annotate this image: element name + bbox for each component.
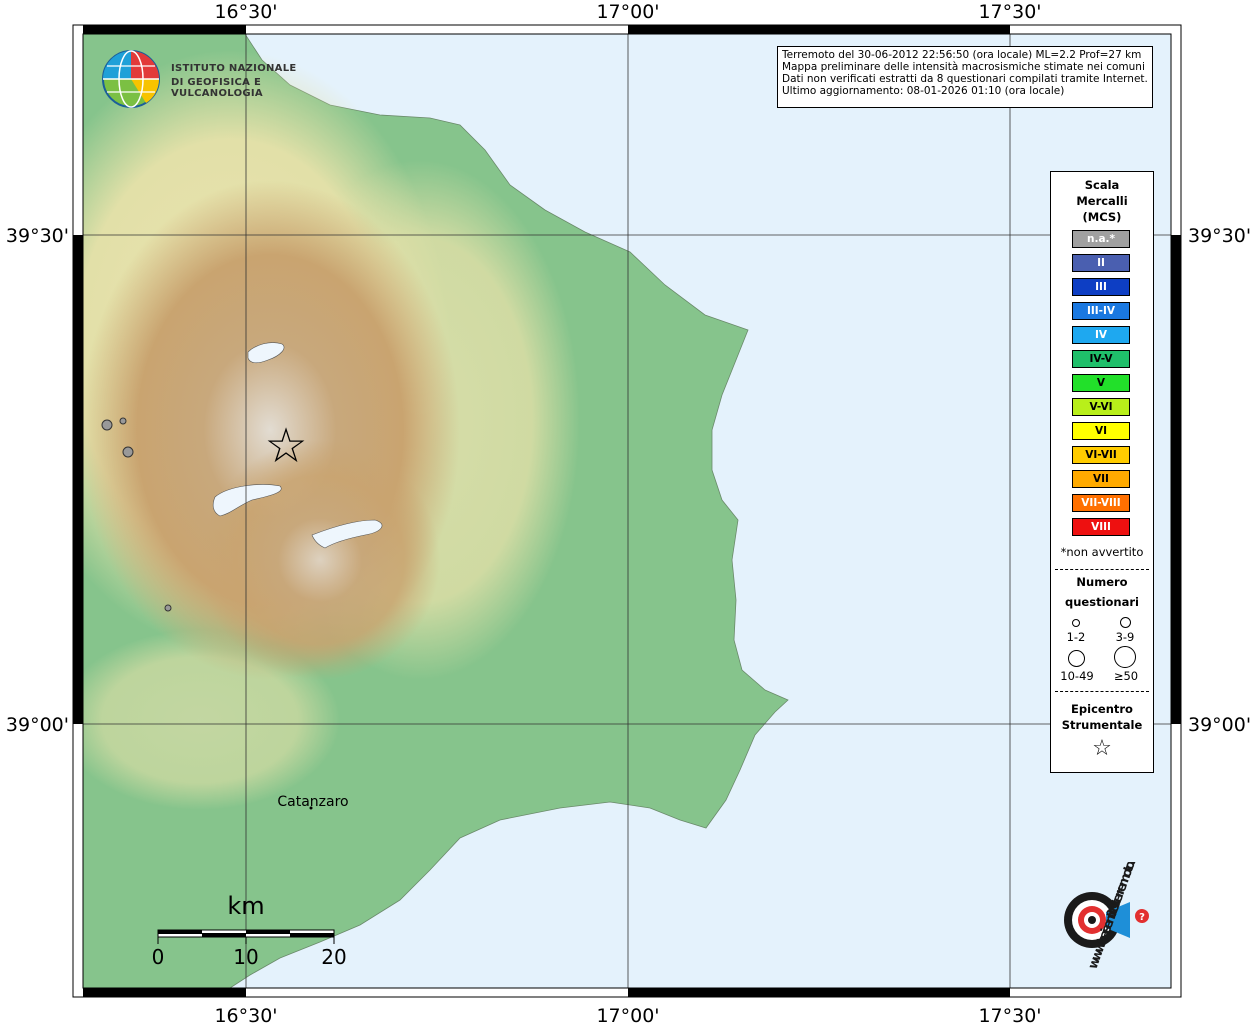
size-circle-xlarge (1114, 646, 1136, 668)
sila-south (200, 440, 440, 680)
scale-tick-0: 0 (152, 945, 165, 969)
lon-label-bottom-2: 17°00' (596, 1005, 659, 1024)
legend-title: Scala Mercalli (MCS) (1051, 177, 1153, 225)
questionari-title-line1: Numero (1076, 575, 1128, 589)
earthquake-info-box: Terremoto del 30-06-2012 22:56:50 (ora l… (777, 46, 1153, 108)
epicentro-title-line2: Strumentale (1061, 718, 1143, 732)
size-circle-large (1068, 650, 1085, 667)
size-label-1-2: 1-2 (1066, 630, 1086, 644)
haisentito-logo[interactable]: ? www.haisentitoilterremoto.it (1030, 853, 1160, 977)
scale-unit: km (227, 892, 264, 920)
intensity-swatch: VIII (1072, 518, 1130, 536)
lat-label-left-1: 39°30' (6, 225, 69, 247)
size-label-50: ≥50 (1113, 669, 1139, 683)
intensity-swatch: IV-V (1072, 350, 1130, 368)
size-circle-medium (1120, 617, 1131, 628)
questionari-title-line2: questionari (1065, 595, 1139, 609)
lon-label-top-3: 17°30' (978, 1, 1041, 23)
questionnaire-marker[interactable] (119, 417, 127, 425)
intensity-swatch: III (1072, 278, 1130, 296)
intensity-swatch: VII (1072, 470, 1130, 488)
intensity-swatch: IV (1072, 326, 1130, 344)
questionnaire-marker[interactable] (164, 604, 172, 612)
legend-panel: Scala Mercalli (MCS) n.a.* II III III-IV IV I… (1050, 171, 1154, 773)
legend-title-line1: Scala (1084, 178, 1120, 192)
questionnaire-marker[interactable] (101, 419, 113, 431)
epicentro-star-icon: ☆ (1092, 736, 1112, 761)
ingv-logo[interactable]: ISTITUTO NAZIONALE DI GEOFISICA E VULCAN… (101, 49, 321, 109)
ingv-name-line1: ISTITUTO NAZIONALE (171, 63, 297, 74)
city-label: Catanzaro (277, 794, 348, 810)
intensity-swatch: VI (1072, 422, 1130, 440)
intensity-swatch: III-IV (1072, 302, 1130, 320)
questionnaire-marker[interactable] (122, 446, 134, 458)
svg-text:?: ? (1139, 912, 1145, 923)
legend-title-line2: Mercalli (1076, 194, 1128, 208)
size-label-3-9: 3-9 (1115, 630, 1135, 644)
legend-title-line3: (MCS) (1082, 210, 1122, 224)
size-label-10-49: 10-49 (1060, 669, 1094, 683)
intensity-swatch: V-VI (1072, 398, 1130, 416)
legend-footnote: *non avvertito (1060, 545, 1144, 559)
intensity-swatch: VI-VII (1072, 446, 1130, 464)
lon-label-bottom-1: 16°30' (214, 1005, 277, 1024)
scale-tick-10: 10 (233, 945, 258, 969)
epicenter-star-icon[interactable]: ☆ (264, 418, 307, 474)
lat-label-left-2: 39°00' (6, 714, 69, 736)
size-circle-small (1072, 619, 1080, 627)
lat-label-right-2: 39°00' (1188, 714, 1251, 736)
lon-label-top-1: 16°30' (214, 1, 277, 23)
lon-label-top-2: 17°00' (596, 1, 659, 23)
ingv-name-line2: DI GEOFISICA E VULCANOLOGIA (171, 77, 263, 99)
intensity-swatch: II (1072, 254, 1130, 272)
epicentro-title-line1: Epicentro (1071, 702, 1133, 716)
intensity-swatch: V (1072, 374, 1130, 392)
ingv-globe-icon (102, 50, 160, 108)
lat-label-right-1: 39°30' (1188, 225, 1251, 247)
scale-tick-20: 20 (321, 945, 346, 969)
intensity-swatch: VII-VIII (1072, 494, 1130, 512)
lon-label-bottom-3: 17°30' (978, 1005, 1041, 1024)
intensity-swatch: n.a.* (1072, 230, 1130, 248)
